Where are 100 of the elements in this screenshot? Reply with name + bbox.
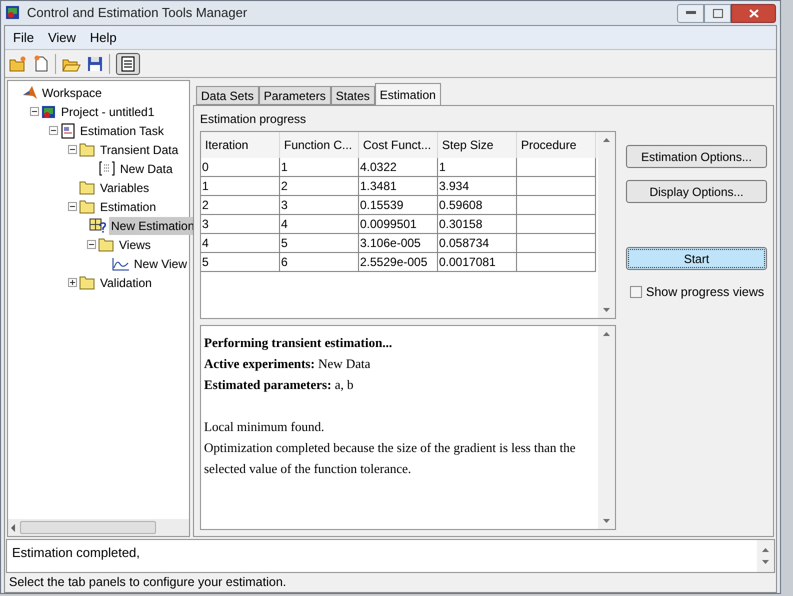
minus-icon [31,108,38,115]
matlab-logo-icon [22,84,38,100]
column-header[interactable]: Function C... [280,132,359,158]
table-cell: 0.15539 [359,196,438,215]
menu-item[interactable]: File [7,28,40,48]
tree-item[interactable]: Project - untitled1 [59,102,156,120]
tree-item[interactable]: New View [132,254,189,272]
data-icon [98,161,116,176]
scroll-up-icon[interactable] [603,332,610,336]
project-icon [41,104,57,120]
scroll-left-icon[interactable] [10,524,16,532]
vertical-scrollbar[interactable] [757,540,774,572]
vertical-scrollbar[interactable] [598,326,615,529]
status-text: Select the tab panels to configure your estimation. [9,574,286,592]
folder-icon [79,180,96,195]
tree-item[interactable]: Variables [98,178,152,196]
notes-button[interactable] [116,52,140,74]
log-line: Local minimum found. [204,418,326,436]
tree-item[interactable]: Transient Data [98,140,180,158]
minus-icon [69,146,76,153]
action-button[interactable]: Display Options... [626,180,767,203]
table-cell: 2.5529e-005 [359,253,438,272]
table-cell: 4 [201,234,280,253]
log-line: Active experiments: New Data [204,355,372,373]
table-cell: 1.3481 [359,177,438,196]
table-cell: 4 [280,215,359,234]
tree-item[interactable]: Validation [98,274,154,292]
folder-icon [79,199,96,214]
scroll-down-icon[interactable] [603,308,610,312]
save-icon[interactable] [87,56,103,72]
document-icon [60,122,76,138]
scroll-up-icon[interactable] [603,138,610,142]
checkbox-label: Show progress views [646,284,764,301]
column-header[interactable]: Procedure [517,132,596,158]
folder-star-icon[interactable] [9,56,27,72]
table-cell: 3 [201,215,280,234]
maximize-button[interactable] [704,4,731,22]
tree-item[interactable]: Estimation [98,198,158,216]
scroll-thumb[interactable] [20,521,156,534]
table-cell: 6 [280,253,359,272]
group-title: Estimation progress [200,111,308,128]
minus-icon [88,241,95,248]
vertical-scrollbar[interactable] [598,132,615,318]
table-cell: 2 [280,177,359,196]
maximize-icon [712,8,722,18]
minus-icon [69,203,76,210]
checkbox[interactable] [630,286,642,298]
folder-icon [98,237,115,252]
table-cell: 3 [280,196,359,215]
tree-item[interactable]: Views [117,236,153,254]
scroll-up-icon[interactable] [762,548,769,552]
collapse-icon[interactable] [30,107,39,116]
horizontal-scrollbar[interactable] [8,519,189,536]
action-button[interactable]: Estimation Options... [626,145,767,168]
tree-item[interactable]: Workspace [40,84,104,102]
collapse-icon[interactable] [68,202,77,211]
tab[interactable]: States [330,86,375,105]
tab[interactable]: Parameters [258,86,331,105]
minus-icon [50,127,57,134]
folder-icon [79,142,96,157]
table-cell: 0.59608 [438,196,517,215]
message-text: Estimation completed, [11,544,141,562]
new-document-icon[interactable] [33,55,49,72]
column-header[interactable]: Step Size [438,132,517,158]
folder-icon [79,275,96,290]
table-cell: 0 [201,158,280,177]
collapse-icon[interactable] [49,126,58,135]
scroll-down-icon[interactable] [603,519,610,523]
window-title: Control and Estimation Tools Manager [27,4,248,22]
table-cell: 1 [280,158,359,177]
table-cell: 5 [280,234,359,253]
scroll-down-icon[interactable] [762,560,769,564]
log-line: Performing transient estimation... [204,334,394,352]
menu-item[interactable]: Help [84,28,123,48]
table-cell: 2 [201,196,280,215]
collapse-icon[interactable] [87,240,96,249]
grid-question-icon [89,218,107,234]
action-button[interactable]: Start [626,247,767,270]
collapse-icon[interactable] [68,145,77,154]
tab[interactable]: Estimation [374,83,441,105]
expand-icon[interactable] [68,278,77,287]
minimize-button[interactable] [677,4,704,22]
plus-icon [69,279,76,286]
close-button[interactable] [731,4,776,22]
tab[interactable]: Data Sets [196,86,259,105]
table-cell: 0.058734 [438,234,517,253]
tree-item[interactable]: Estimation Task [78,122,166,140]
table-cell: 0.30158 [438,215,517,234]
notepad-icon [121,56,135,72]
log-line: Estimated parameters: a, b [204,376,354,394]
column-header[interactable]: Iteration [201,132,280,158]
app-icon [5,5,21,21]
log-line: Optimization completed because the size of the gradient is less than the selected value of the function tolerance. [204,439,576,478]
table-cell: 3.106e-005 [359,234,438,253]
menu-item[interactable]: View [42,28,82,48]
table-cell: 5 [201,253,280,272]
column-header[interactable]: Cost Funct... [359,132,438,158]
close-icon [748,8,758,18]
tree-item[interactable]: New Data [118,160,175,178]
table-cell: 0.0099501 [359,215,438,234]
